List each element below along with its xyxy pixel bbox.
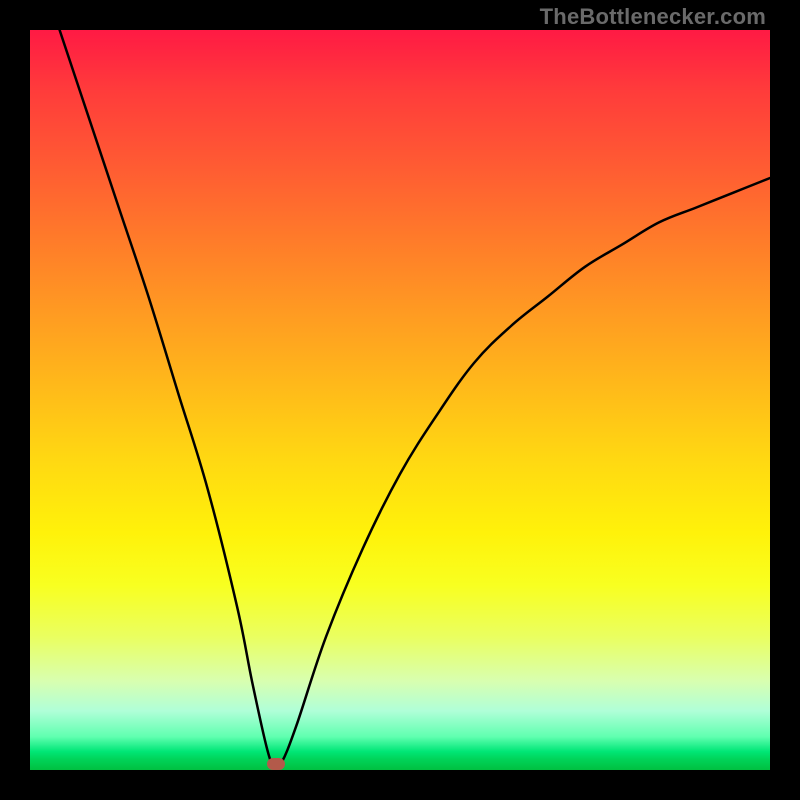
chart-frame: TheBottlenecker.com [0,0,800,800]
bottleneck-curve [60,30,770,768]
minimum-marker [267,758,285,770]
plot-area [30,30,770,770]
curve-svg [30,30,770,770]
attribution-label: TheBottlenecker.com [540,4,766,30]
